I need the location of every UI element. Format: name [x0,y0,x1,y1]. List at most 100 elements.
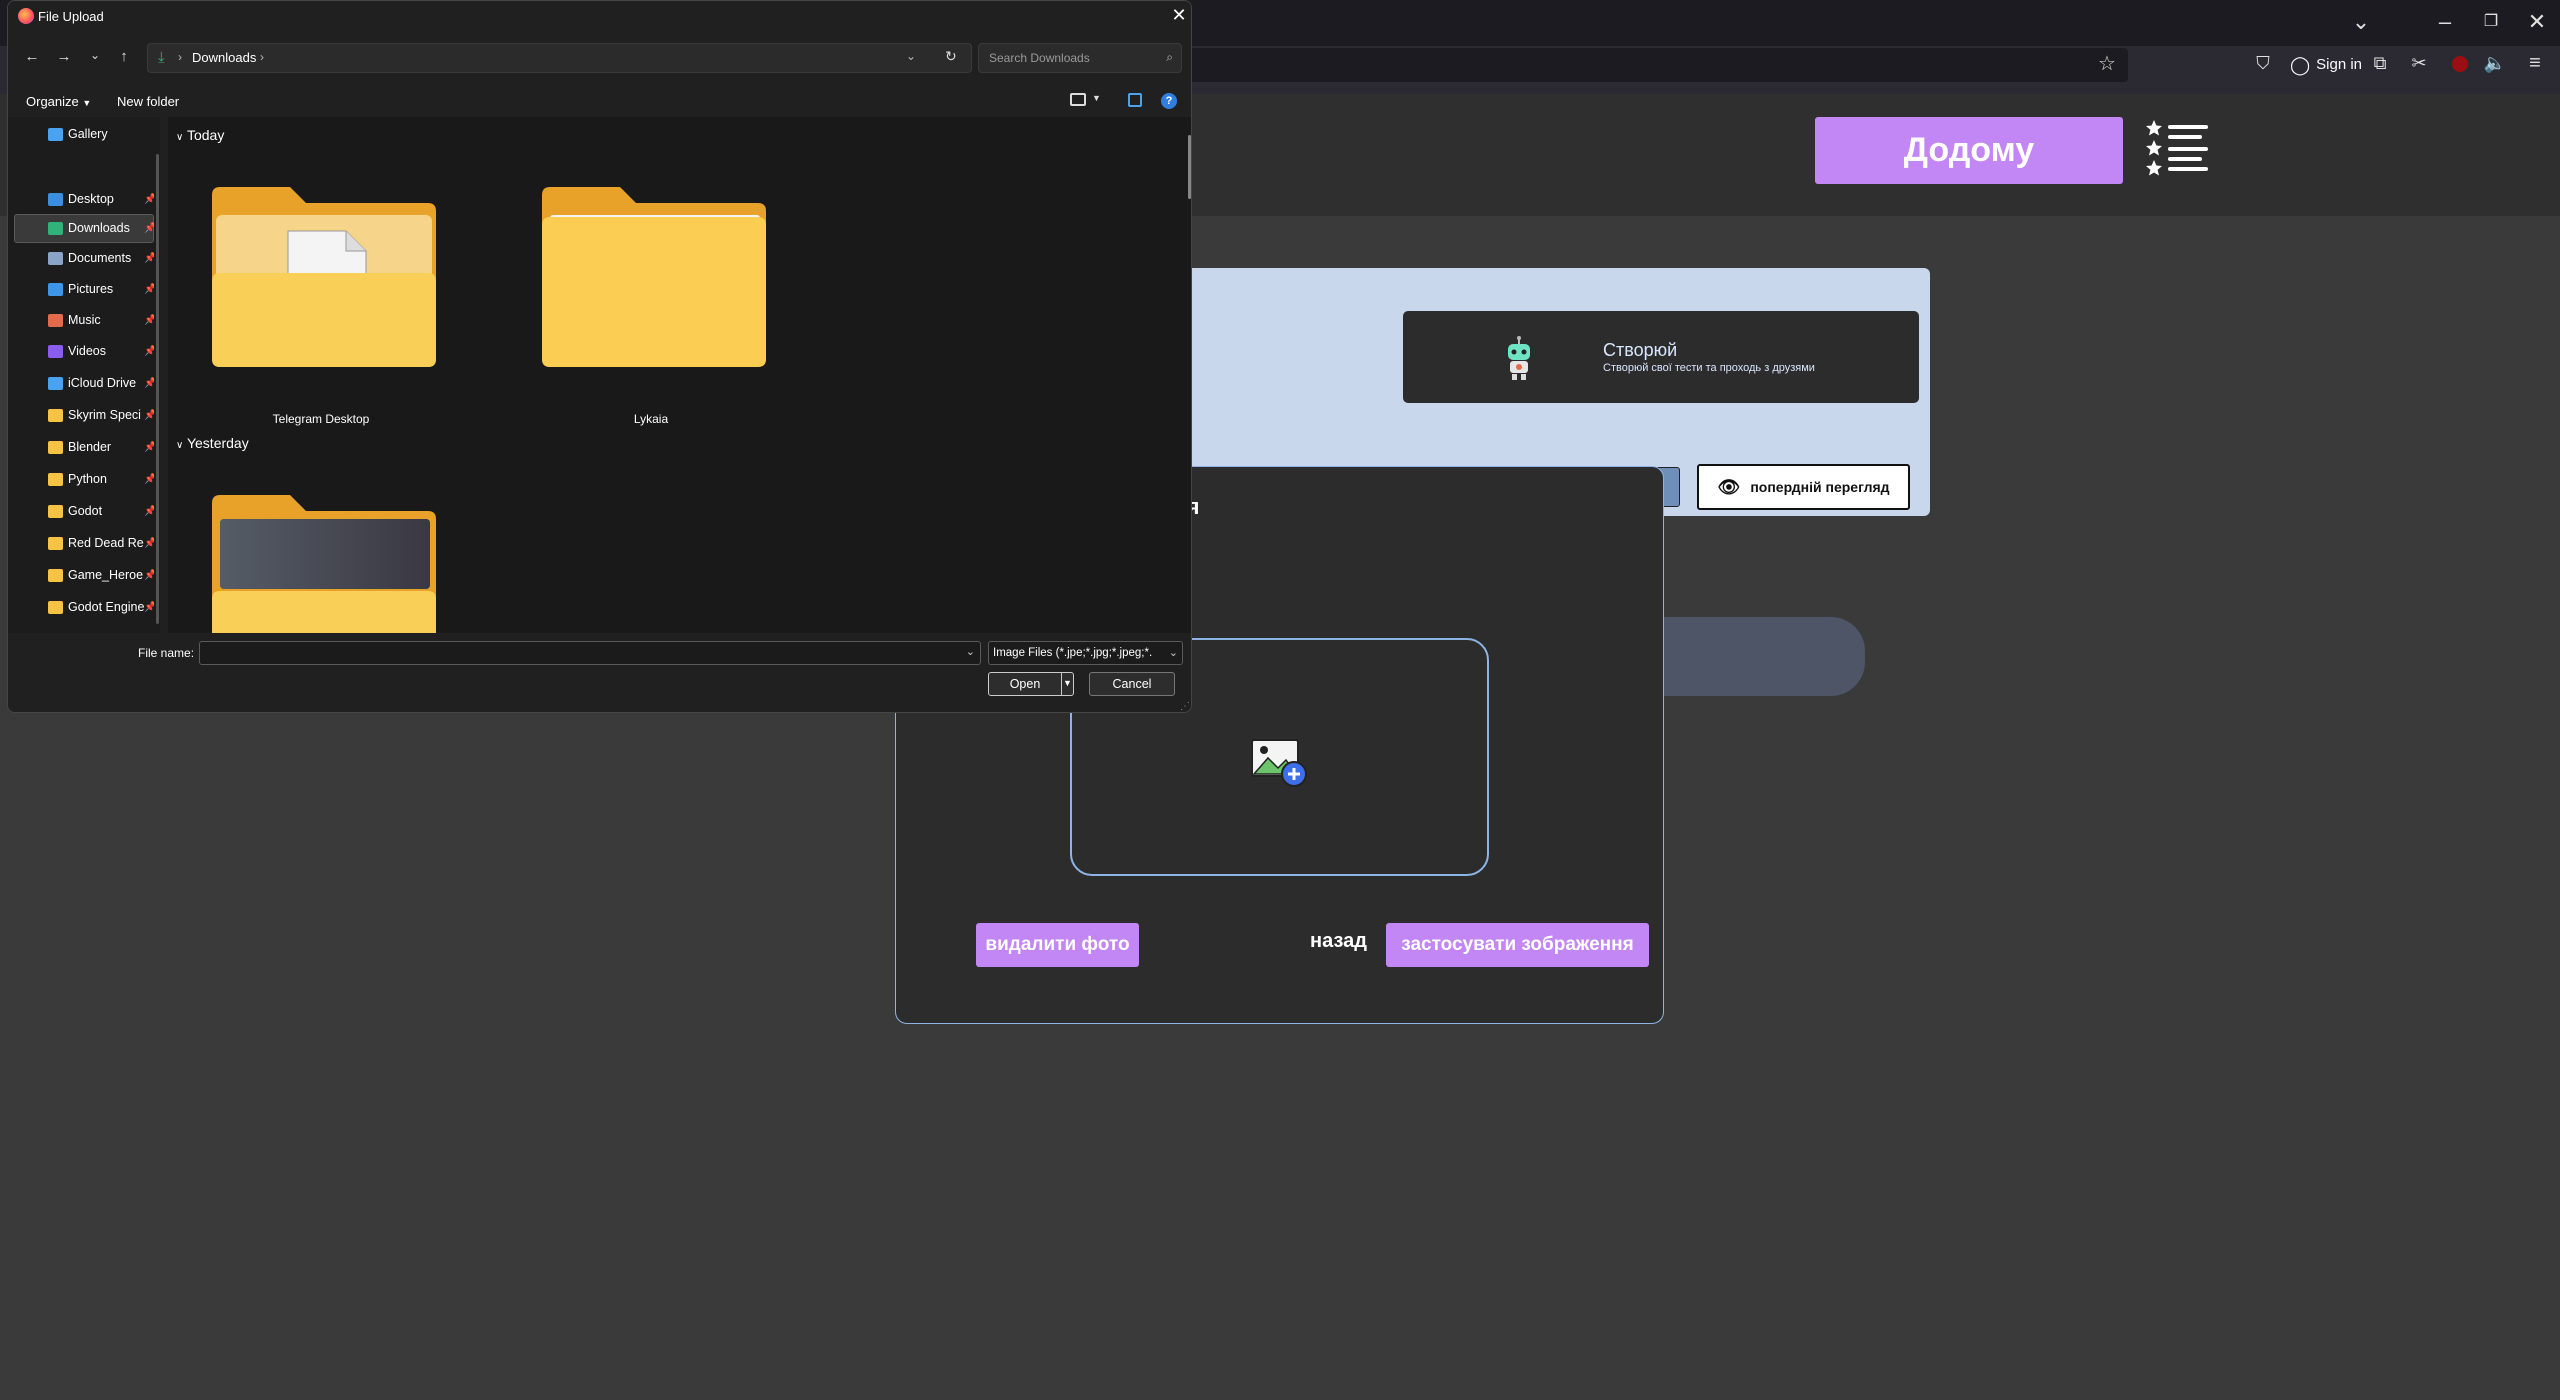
home-button[interactable]: Додому [1815,117,2123,184]
sidebar-item-label: Red Dead Re [68,536,144,550]
folder-name[interactable]: Lykaia [536,412,766,426]
music-icon [48,313,63,327]
restore-icon[interactable]: ❐ [2476,8,2506,38]
sidebar-item-documents[interactable]: Documents 📌 [14,244,154,272]
folder-item-yesterday[interactable] [206,489,436,633]
group-header-today[interactable]: ∨ Today [176,127,224,143]
chevron-down-icon[interactable]: ▼ [1092,93,1101,103]
pin-icon: 📌 [144,253,154,264]
pin-icon: 📌 [144,442,154,453]
resize-grip-icon[interactable]: ⋰ [1180,701,1190,712]
pocket-icon[interactable]: ⛉ [2248,49,2278,79]
list-menu-icon[interactable] [2146,118,2208,180]
sidebar-item-game-heroe[interactable]: Game_Heroe📌 [14,561,154,589]
sidebar-item-red-dead-re[interactable]: Red Dead Re📌 [14,529,154,557]
screenshot-icon[interactable]: ✂ [2404,49,2434,79]
sidebar-item-desktop[interactable]: Desktop 📌 [14,185,154,213]
pin-icon: 📌 [144,315,154,326]
new-folder-button[interactable]: New folder [117,94,179,109]
add-image-icon[interactable] [1250,738,1310,788]
sign-in-label: Sign in [2316,56,2363,73]
robot-icon [1508,336,1530,380]
window-close-icon[interactable]: ✕ [2522,8,2552,38]
sidebar-item-music[interactable]: Music 📌 [14,306,154,334]
chevron-down-icon[interactable]: ▼ [1063,678,1072,688]
documents-icon [48,251,63,265]
sidebar-item-godot-engine[interactable]: Godot Engine📌 [14,593,154,621]
url-bar[interactable]: ☆ [1180,48,2128,82]
sidebar-item-label: Downloads [68,221,130,235]
dialog-close-icon[interactable]: ✕ [1168,5,1190,26]
group-header-yesterday[interactable]: ∨ Yesterday [176,435,249,451]
pin-icon: 📌 [144,410,154,421]
sidebar-item-godot[interactable]: Godot 📌 [14,497,154,525]
sidebar-item-gallery[interactable]: Gallery [14,120,154,148]
file-name-input[interactable]: ⌄ [199,641,981,665]
open-button[interactable]: Open [989,677,1061,691]
sidebar-item-python[interactable]: Python 📌 [14,465,154,493]
sidebar-item-label: Blender [68,440,112,454]
file-type-value: Image Files (*.jpe;*.jpg;*.jpeg;*. [993,647,1153,659]
minimize-icon[interactable]: – [2430,8,2460,38]
address-bar[interactable]: ⤓ › › ⌄ ↻ [147,43,972,73]
preview-pane-icon[interactable] [1128,93,1142,107]
bookmark-star-icon[interactable]: ☆ [2092,50,2122,80]
cancel-button[interactable]: Cancel [1089,672,1175,696]
chevron-down-icon: ⌄ [1166,646,1178,659]
forward-arrow-icon[interactable]: → [52,48,76,65]
list-all-tabs-icon[interactable]: ⌄ [2346,8,2376,38]
apply-image-button[interactable]: застосувати зображення [1386,923,1649,967]
sign-in-button[interactable]: ◯ Sign in [2290,50,2362,80]
dialog-title-bar [8,1,1191,33]
file-list-scrollbar[interactable] [1188,135,1191,199]
sidebar-item-blender[interactable]: Blender 📌 [14,433,154,461]
hamburger-menu-icon[interactable]: ≡ [2520,49,2550,79]
help-icon[interactable]: ? [1161,93,1177,109]
create-card-title: Створюй [1603,340,1678,360]
breadcrumb-chevron-icon: › [260,50,264,64]
folder-with-image-icon [212,495,436,633]
chevron-down-icon: ▼ [82,98,92,108]
sidebar-item-videos[interactable]: Videos 📌 [14,337,154,365]
sidebar-item-downloads[interactable]: Downloads 📌 [14,214,154,242]
sidebar-item-pictures[interactable]: Pictures 📌 [14,275,154,303]
sidebar-item-label: Godot [68,504,103,518]
sidebar-item-label: Videos [68,344,106,358]
search-input[interactable]: Search Downloads ⌕ [978,43,1182,73]
open-split-button[interactable]: Open ▼ [988,672,1074,696]
split-divider [1061,673,1062,695]
recent-locations-icon[interactable]: ⌄ [83,48,107,62]
gallery-icon [48,127,63,141]
back-button[interactable]: назад [1310,930,1367,953]
address-dropdown-icon[interactable]: ⌄ [906,49,916,63]
preview-button[interactable]: 👁 попердній перегляд [1697,464,1910,510]
sidebar-scrollbar[interactable] [156,154,159,624]
up-arrow-icon[interactable]: ↑ [112,48,136,65]
downloads-icon: ⤓ [158,49,165,66]
folder-item-telegram-desktop[interactable] [206,181,436,367]
pin-icon: 📌 [144,378,154,389]
speaker-icon[interactable]: 🔈 [2480,49,2510,79]
download-icon [48,221,63,235]
folder-name[interactable]: Telegram Desktop [206,412,436,426]
folder-item-lykaia[interactable] [536,181,766,367]
videos-icon [48,344,63,358]
chevron-down-icon: ∨ [176,132,184,143]
refresh-icon[interactable]: ↻ [945,48,957,65]
back-arrow-icon[interactable]: ← [20,48,44,65]
sidebar-item-label: Documents [68,251,132,265]
pin-icon: 📌 [144,570,154,581]
view-options-icon[interactable] [1070,93,1086,106]
pin-icon: 📌 [144,506,154,517]
delete-photo-button[interactable]: видалити фото [976,923,1139,967]
ublock-icon[interactable] [2452,56,2468,72]
create-card-subtitle: Створюй свої тести та проходь з друзями [1603,362,1815,374]
chevron-down-icon: ∨ [176,440,184,451]
file-type-select[interactable]: Image Files (*.jpe;*.jpg;*.jpeg;*. ⌄ [988,641,1183,665]
extensions-icon[interactable]: ⧉ [2365,49,2395,79]
sidebar-item-skyrim-speci[interactable]: Skyrim Speci📌 [14,401,154,429]
sidebar-item-icloud-drive[interactable]: iCloud Drive 📌 [14,369,154,397]
address-text[interactable]: Downloads [192,50,256,65]
organize-button[interactable]: Organize ▼ [26,94,91,109]
chevron-down-icon[interactable]: ⌄ [966,645,975,658]
